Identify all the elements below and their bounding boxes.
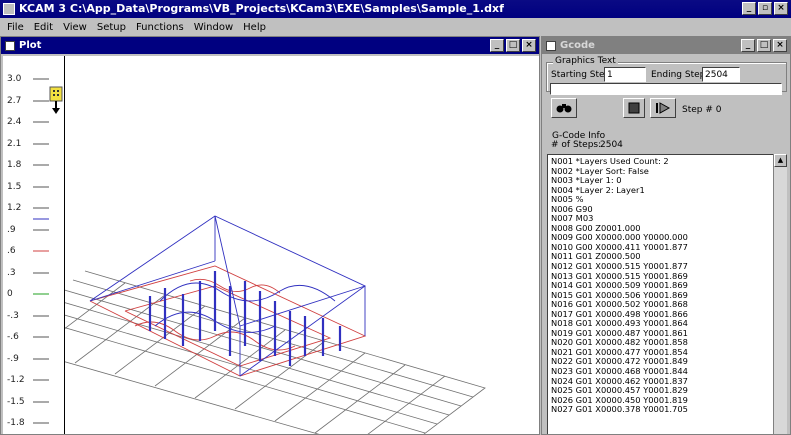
gcode-window-icon: [546, 40, 556, 51]
y-ruler: 3.0 2.7 2.4 2.1 1.8 1.5 1.2 .9 .6 .3 0 -…: [3, 56, 65, 434]
toolpath-3d-view: [65, 215, 486, 434]
menu-bar: File Edit View Setup Functions Window He…: [0, 18, 791, 36]
plot-title-bar[interactable]: Plot _ □ ×: [1, 37, 539, 54]
gcode-maximize-button[interactable]: □: [757, 39, 771, 52]
blue-3d-profile: [89, 215, 366, 377]
gcode-window: Gcode _ □ × Graphics Text Starting Step:…: [541, 36, 791, 435]
gcode-minimize-button[interactable]: _: [741, 39, 755, 52]
progress-bar: [550, 83, 782, 95]
menu-help[interactable]: Help: [238, 22, 271, 33]
menu-view[interactable]: View: [58, 22, 92, 33]
stop-icon: [628, 102, 640, 114]
plot-window: Plot _ □ × 3.0 2.7 2.4 2.1 1.8 1.5 1.2 .…: [0, 36, 540, 435]
minimize-button[interactable]: _: [742, 2, 756, 15]
menu-window[interactable]: Window: [189, 22, 238, 33]
app-title-bar: KCAM 3 C:\App_Data\Programs\VB_Projects\…: [0, 0, 791, 18]
menu-setup[interactable]: Setup: [92, 22, 131, 33]
plot-title: Plot: [19, 40, 42, 51]
z-level-marker-icon[interactable]: [49, 86, 65, 116]
plot-canvas[interactable]: 3.0 2.7 2.4 2.1 1.8 1.5 1.2 .9 .6 .3 0 -…: [3, 56, 539, 434]
stop-button[interactable]: [623, 98, 645, 118]
gcode-close-button[interactable]: ×: [773, 39, 787, 52]
menu-edit[interactable]: Edit: [29, 22, 58, 33]
plot-window-icon: [5, 40, 15, 51]
ending-step-input[interactable]: [702, 67, 740, 82]
starting-step-input[interactable]: [604, 67, 646, 82]
num-steps-label: # of Steps:: [551, 140, 602, 150]
step-button[interactable]: [650, 98, 676, 118]
gcode-title-bar[interactable]: Gcode _ □ ×: [542, 37, 790, 54]
step-number: Step # 0: [682, 105, 722, 115]
binoculars-icon: [556, 104, 572, 113]
restore-button[interactable]: ▫: [758, 2, 772, 15]
plot-maximize-button[interactable]: □: [506, 39, 520, 52]
num-steps-value: 2504: [600, 140, 623, 150]
gcode-listing[interactable]: N001 *Layers Used Count: 2 N002 *Layer So…: [547, 154, 773, 434]
plot-close-button[interactable]: ×: [522, 39, 536, 52]
app-title: KCAM 3 C:\App_Data\Programs\VB_Projects\…: [19, 2, 504, 15]
gcode-title: Gcode: [560, 40, 595, 51]
graphics-text-label: Graphics Text: [553, 56, 618, 66]
scroll-up-button[interactable]: ▲: [774, 154, 787, 167]
find-button[interactable]: [551, 98, 577, 118]
step-forward-icon: [656, 102, 671, 114]
menu-file[interactable]: File: [2, 22, 29, 33]
menu-functions[interactable]: Functions: [131, 22, 189, 33]
ending-step-label: Ending Step:: [651, 70, 709, 80]
plot-minimize-button[interactable]: _: [490, 39, 504, 52]
app-logo-icon: [3, 3, 15, 15]
gcode-line[interactable]: N027 G01 X0000.378 Y0001.705: [551, 405, 770, 415]
close-button[interactable]: ×: [774, 2, 788, 15]
gcode-scrollbar[interactable]: ▲: [773, 154, 787, 434]
